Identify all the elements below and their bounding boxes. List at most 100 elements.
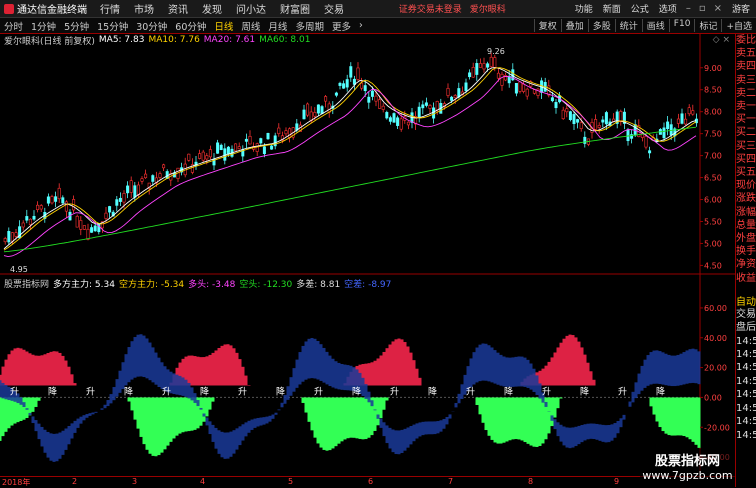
tool-stats-button[interactable]: 统计 bbox=[614, 19, 642, 32]
candle-body bbox=[493, 57, 497, 68]
candle-body bbox=[82, 225, 86, 230]
menu-item-quotes[interactable]: 行情 bbox=[93, 1, 127, 16]
period-1min[interactable]: 1分钟 bbox=[27, 19, 60, 33]
signal-up-label: 升 bbox=[466, 386, 475, 397]
tool-multi-stock-button[interactable]: 多股 bbox=[587, 19, 615, 32]
candle-body bbox=[500, 73, 504, 86]
signal-up-label: 升 bbox=[618, 386, 627, 397]
candle-body bbox=[288, 128, 292, 138]
candle-body bbox=[144, 173, 148, 179]
chart-title: 爱尔眼科(日线 前复权) bbox=[4, 36, 95, 47]
period-weekly[interactable]: 周线 bbox=[237, 19, 264, 33]
candle-body bbox=[684, 118, 688, 125]
menu-options[interactable]: 选项 bbox=[654, 2, 682, 15]
candle-body bbox=[504, 75, 508, 81]
candle-body bbox=[140, 178, 144, 182]
side-label: 涨跌 bbox=[736, 193, 756, 205]
menu-item-discover[interactable]: 发现 bbox=[195, 1, 229, 16]
candle-body bbox=[648, 150, 652, 154]
candle-body bbox=[597, 125, 601, 128]
tool-mark-button[interactable]: 标记 bbox=[694, 19, 721, 32]
candle-body bbox=[129, 180, 133, 193]
ma20-label: MA20: 7.61 bbox=[203, 35, 256, 45]
period-monthly[interactable]: 月线 bbox=[264, 19, 291, 33]
candle-body bbox=[561, 109, 565, 120]
signal-down-label: 降 bbox=[200, 385, 209, 397]
side-label: 卖五 bbox=[736, 48, 756, 60]
candle-body bbox=[396, 117, 400, 126]
menu-item-trade[interactable]: 交易 bbox=[317, 1, 351, 16]
candle-body bbox=[388, 117, 392, 122]
candle-body bbox=[198, 153, 202, 159]
trade-login-warning[interactable]: 证券交易未登录 bbox=[395, 2, 466, 15]
tool-overlay-button[interactable]: 叠加 bbox=[560, 19, 588, 32]
side-label: 卖二 bbox=[736, 87, 756, 99]
candle-body bbox=[522, 83, 526, 92]
period-daily[interactable]: 日线 bbox=[210, 19, 237, 33]
maximize-icon[interactable]: ▫ bbox=[695, 3, 710, 14]
period-30min[interactable]: 30分钟 bbox=[132, 19, 171, 33]
settings-icon[interactable]: ◇ × bbox=[713, 35, 730, 45]
menu-item-ask[interactable]: 问小达 bbox=[229, 1, 273, 16]
candle-body bbox=[284, 130, 288, 135]
time-axis-label: 5 bbox=[288, 477, 294, 486]
candle-body bbox=[32, 215, 36, 220]
side-label: 现价 bbox=[736, 180, 756, 192]
period-multi[interactable]: 多周期 bbox=[291, 19, 328, 33]
time-axis-label: 2018年 bbox=[2, 478, 31, 487]
menu-formula[interactable]: 公式 bbox=[626, 2, 654, 15]
chevron-right-icon[interactable]: › bbox=[355, 20, 367, 31]
auto-label[interactable]: 自动 bbox=[736, 293, 756, 308]
side-label: 买二 bbox=[736, 127, 756, 139]
period-tick[interactable]: 分时 bbox=[0, 19, 27, 33]
candle-body bbox=[25, 216, 29, 221]
menu-item-market[interactable]: 市场 bbox=[127, 1, 161, 16]
tool-watchlist-button[interactable]: +自选 bbox=[721, 19, 756, 32]
candle-body bbox=[468, 72, 472, 78]
tool-adjust-button[interactable]: 复权 bbox=[533, 19, 561, 32]
candle-body bbox=[554, 102, 558, 109]
candle-body bbox=[349, 66, 353, 78]
period-60min[interactable]: 60分钟 bbox=[171, 19, 210, 33]
candle-body bbox=[453, 95, 457, 99]
price-tick-label: 7.00 bbox=[704, 152, 722, 161]
candle-body bbox=[151, 175, 155, 182]
period-more[interactable]: 更多 bbox=[328, 19, 355, 33]
candle-body bbox=[316, 104, 320, 114]
side-sub-label: 14:5 bbox=[736, 375, 756, 387]
candle-body bbox=[360, 82, 364, 89]
candle-body bbox=[61, 197, 65, 204]
candle-body bbox=[266, 132, 270, 140]
indicator-info-line: 股票指标网 多方主力: 5.34 空方主力: -5.34 多头: -3.48 空… bbox=[0, 277, 756, 290]
signal-up-label: 升 bbox=[86, 386, 95, 397]
menu-item-wealth[interactable]: 财富圈 bbox=[273, 1, 317, 16]
candle-body bbox=[680, 113, 684, 124]
menu-item-news[interactable]: 资讯 bbox=[161, 1, 195, 16]
tool-f10-button[interactable]: F10 bbox=[668, 19, 695, 32]
ind-bull-diff: 多差: 8.81 bbox=[296, 279, 341, 290]
candle-body bbox=[244, 138, 248, 142]
period-5min[interactable]: 5分钟 bbox=[60, 19, 93, 33]
side-label: 买五 bbox=[736, 167, 756, 179]
candle-body bbox=[219, 144, 223, 151]
tool-draw-button[interactable]: 画线 bbox=[641, 19, 669, 32]
signal-up-label: 升 bbox=[162, 386, 171, 397]
chart-area[interactable]: 9.00 8.50 8.00 7.50 7.00 6.50 6.00 5.50 5.00 4.50… bbox=[0, 34, 735, 476]
candle-body bbox=[90, 227, 94, 233]
candle-body bbox=[187, 153, 191, 161]
minimize-icon[interactable]: – bbox=[682, 3, 695, 14]
candle-body bbox=[486, 63, 490, 68]
candle-body bbox=[374, 95, 378, 102]
close-icon[interactable]: × bbox=[710, 3, 726, 14]
period-15min[interactable]: 15分钟 bbox=[93, 19, 132, 33]
signal-down-label: 降 bbox=[124, 385, 133, 397]
side-sub-label: 盘后 bbox=[736, 322, 756, 334]
menu-function[interactable]: 功能 bbox=[570, 2, 598, 15]
menu-new-page[interactable]: 新面 bbox=[598, 2, 626, 15]
candle-body bbox=[525, 88, 529, 97]
candle-body bbox=[313, 112, 317, 117]
guest-label[interactable]: 游客 bbox=[726, 2, 756, 15]
watermark-title: 股票指标网 bbox=[654, 454, 720, 469]
candle-body bbox=[406, 121, 410, 126]
candle-body bbox=[122, 193, 126, 203]
